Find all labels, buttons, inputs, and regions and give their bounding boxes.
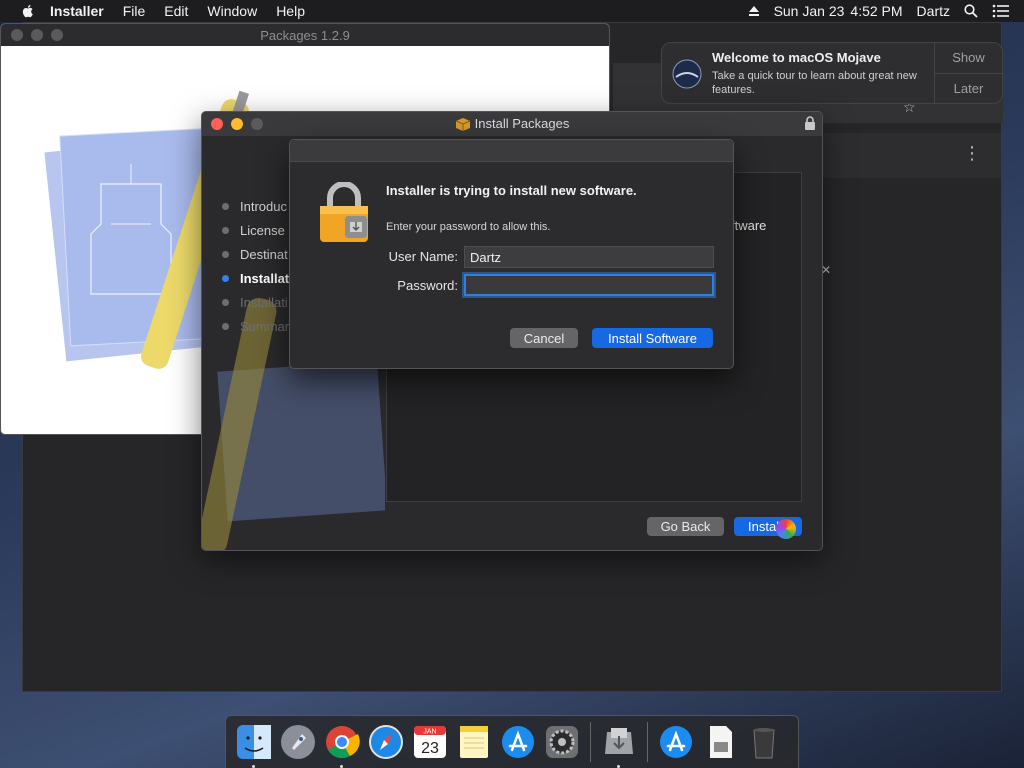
notification-later-button[interactable]: Later	[935, 72, 1002, 104]
installer-steps: Introduc License Destinat Installat Inst…	[222, 194, 289, 338]
cancel-button[interactable]: Cancel	[510, 328, 578, 348]
dock-calendar[interactable]: JAN 23	[412, 724, 448, 760]
package-icon	[455, 117, 470, 131]
document-icon	[710, 726, 732, 758]
menubar-user[interactable]: Dartz	[917, 3, 950, 19]
notes-icon	[460, 726, 488, 758]
dock-launchpad[interactable]	[280, 724, 316, 760]
dock: JAN 23	[225, 715, 799, 768]
menu-file[interactable]: File	[123, 3, 146, 19]
step-license: License	[222, 218, 289, 242]
dock-finder[interactable]	[236, 724, 272, 768]
menubar-date[interactable]: Sun Jan 23	[774, 3, 845, 19]
username-label: User Name:	[388, 249, 458, 264]
packages-titlebar[interactable]: Packages 1.2.9	[1, 24, 609, 46]
dock-separator	[647, 722, 648, 762]
dock-document[interactable]	[702, 724, 738, 760]
menu-bar: Installer File Edit Window Help Sun Jan …	[0, 0, 1024, 22]
dialog-titlebar	[290, 140, 733, 162]
busy-cursor-icon	[776, 519, 796, 539]
chrome-icon	[326, 726, 360, 759]
install-software-button[interactable]: Install Software	[592, 328, 713, 348]
dock-app-store[interactable]	[500, 724, 536, 760]
authentication-dialog[interactable]: Installer is trying to install new softw…	[289, 139, 734, 369]
lock-icon	[805, 116, 815, 130]
menubar-time[interactable]: 4:52 PM	[850, 3, 902, 19]
menu-app-name[interactable]: Installer	[50, 3, 104, 19]
more-menu-icon[interactable]: ⋮	[963, 143, 981, 164]
safari-compass-icon	[369, 725, 403, 759]
app-store-icon	[502, 726, 534, 758]
notification-text: Take a quick tour to learn about great n…	[712, 70, 917, 96]
username-field[interactable]	[464, 246, 714, 268]
step-installation: Installati	[222, 290, 289, 314]
trash-icon	[753, 728, 775, 759]
menu-edit[interactable]: Edit	[164, 3, 188, 19]
notification-center-icon[interactable]	[992, 4, 1010, 18]
calendar-day: 23	[421, 740, 439, 757]
notification-show-button[interactable]: Show	[935, 43, 1002, 73]
calendar-icon: JAN 23	[414, 726, 446, 758]
padlock-icon	[320, 182, 368, 242]
dock-separator	[590, 722, 591, 762]
step-introduction: Introduc	[222, 194, 289, 218]
dock-safari[interactable]	[368, 724, 404, 760]
dialog-heading: Installer is trying to install new softw…	[386, 183, 637, 198]
dock-trash[interactable]	[746, 724, 782, 760]
finder-icon	[237, 725, 271, 759]
app-store-folder-icon	[660, 726, 692, 758]
dock-notes[interactable]	[456, 724, 492, 760]
launchpad-rocket-icon	[281, 725, 315, 759]
password-field[interactable]	[464, 274, 714, 296]
packages-window-title: Packages 1.2.9	[260, 27, 350, 43]
calendar-month: JAN	[423, 729, 436, 736]
dock-installer[interactable]	[601, 724, 637, 768]
apple-menu-icon[interactable]	[20, 3, 36, 19]
content-text-fragment: ftware	[731, 218, 767, 233]
installer-titlebar[interactable]: Install Packages	[202, 112, 822, 136]
dock-system-preferences[interactable]	[544, 724, 580, 760]
dialog-subtext: Enter your password to allow this.	[386, 221, 551, 233]
step-installation-type: Installat	[222, 266, 289, 290]
step-summary: Summar	[222, 314, 289, 338]
eject-icon[interactable]	[748, 5, 760, 17]
notification-title: Welcome to macOS Mojave	[712, 50, 881, 65]
password-label: Password:	[397, 278, 458, 293]
menu-help[interactable]: Help	[276, 3, 305, 19]
menu-window[interactable]: Window	[207, 3, 257, 19]
go-back-button[interactable]: Go Back	[647, 517, 724, 536]
installer-icon	[605, 728, 633, 754]
gear-icon	[546, 726, 578, 758]
notification-banner[interactable]: Welcome to macOS Mojave Take a quick tou…	[661, 42, 1003, 104]
dock-applications-folder[interactable]	[658, 724, 694, 760]
step-destination: Destinat	[222, 242, 289, 266]
installer-window-title: Install Packages	[474, 116, 570, 131]
dock-chrome[interactable]	[324, 724, 360, 768]
macos-mojave-icon	[672, 59, 702, 89]
spotlight-search-icon[interactable]	[964, 4, 978, 18]
